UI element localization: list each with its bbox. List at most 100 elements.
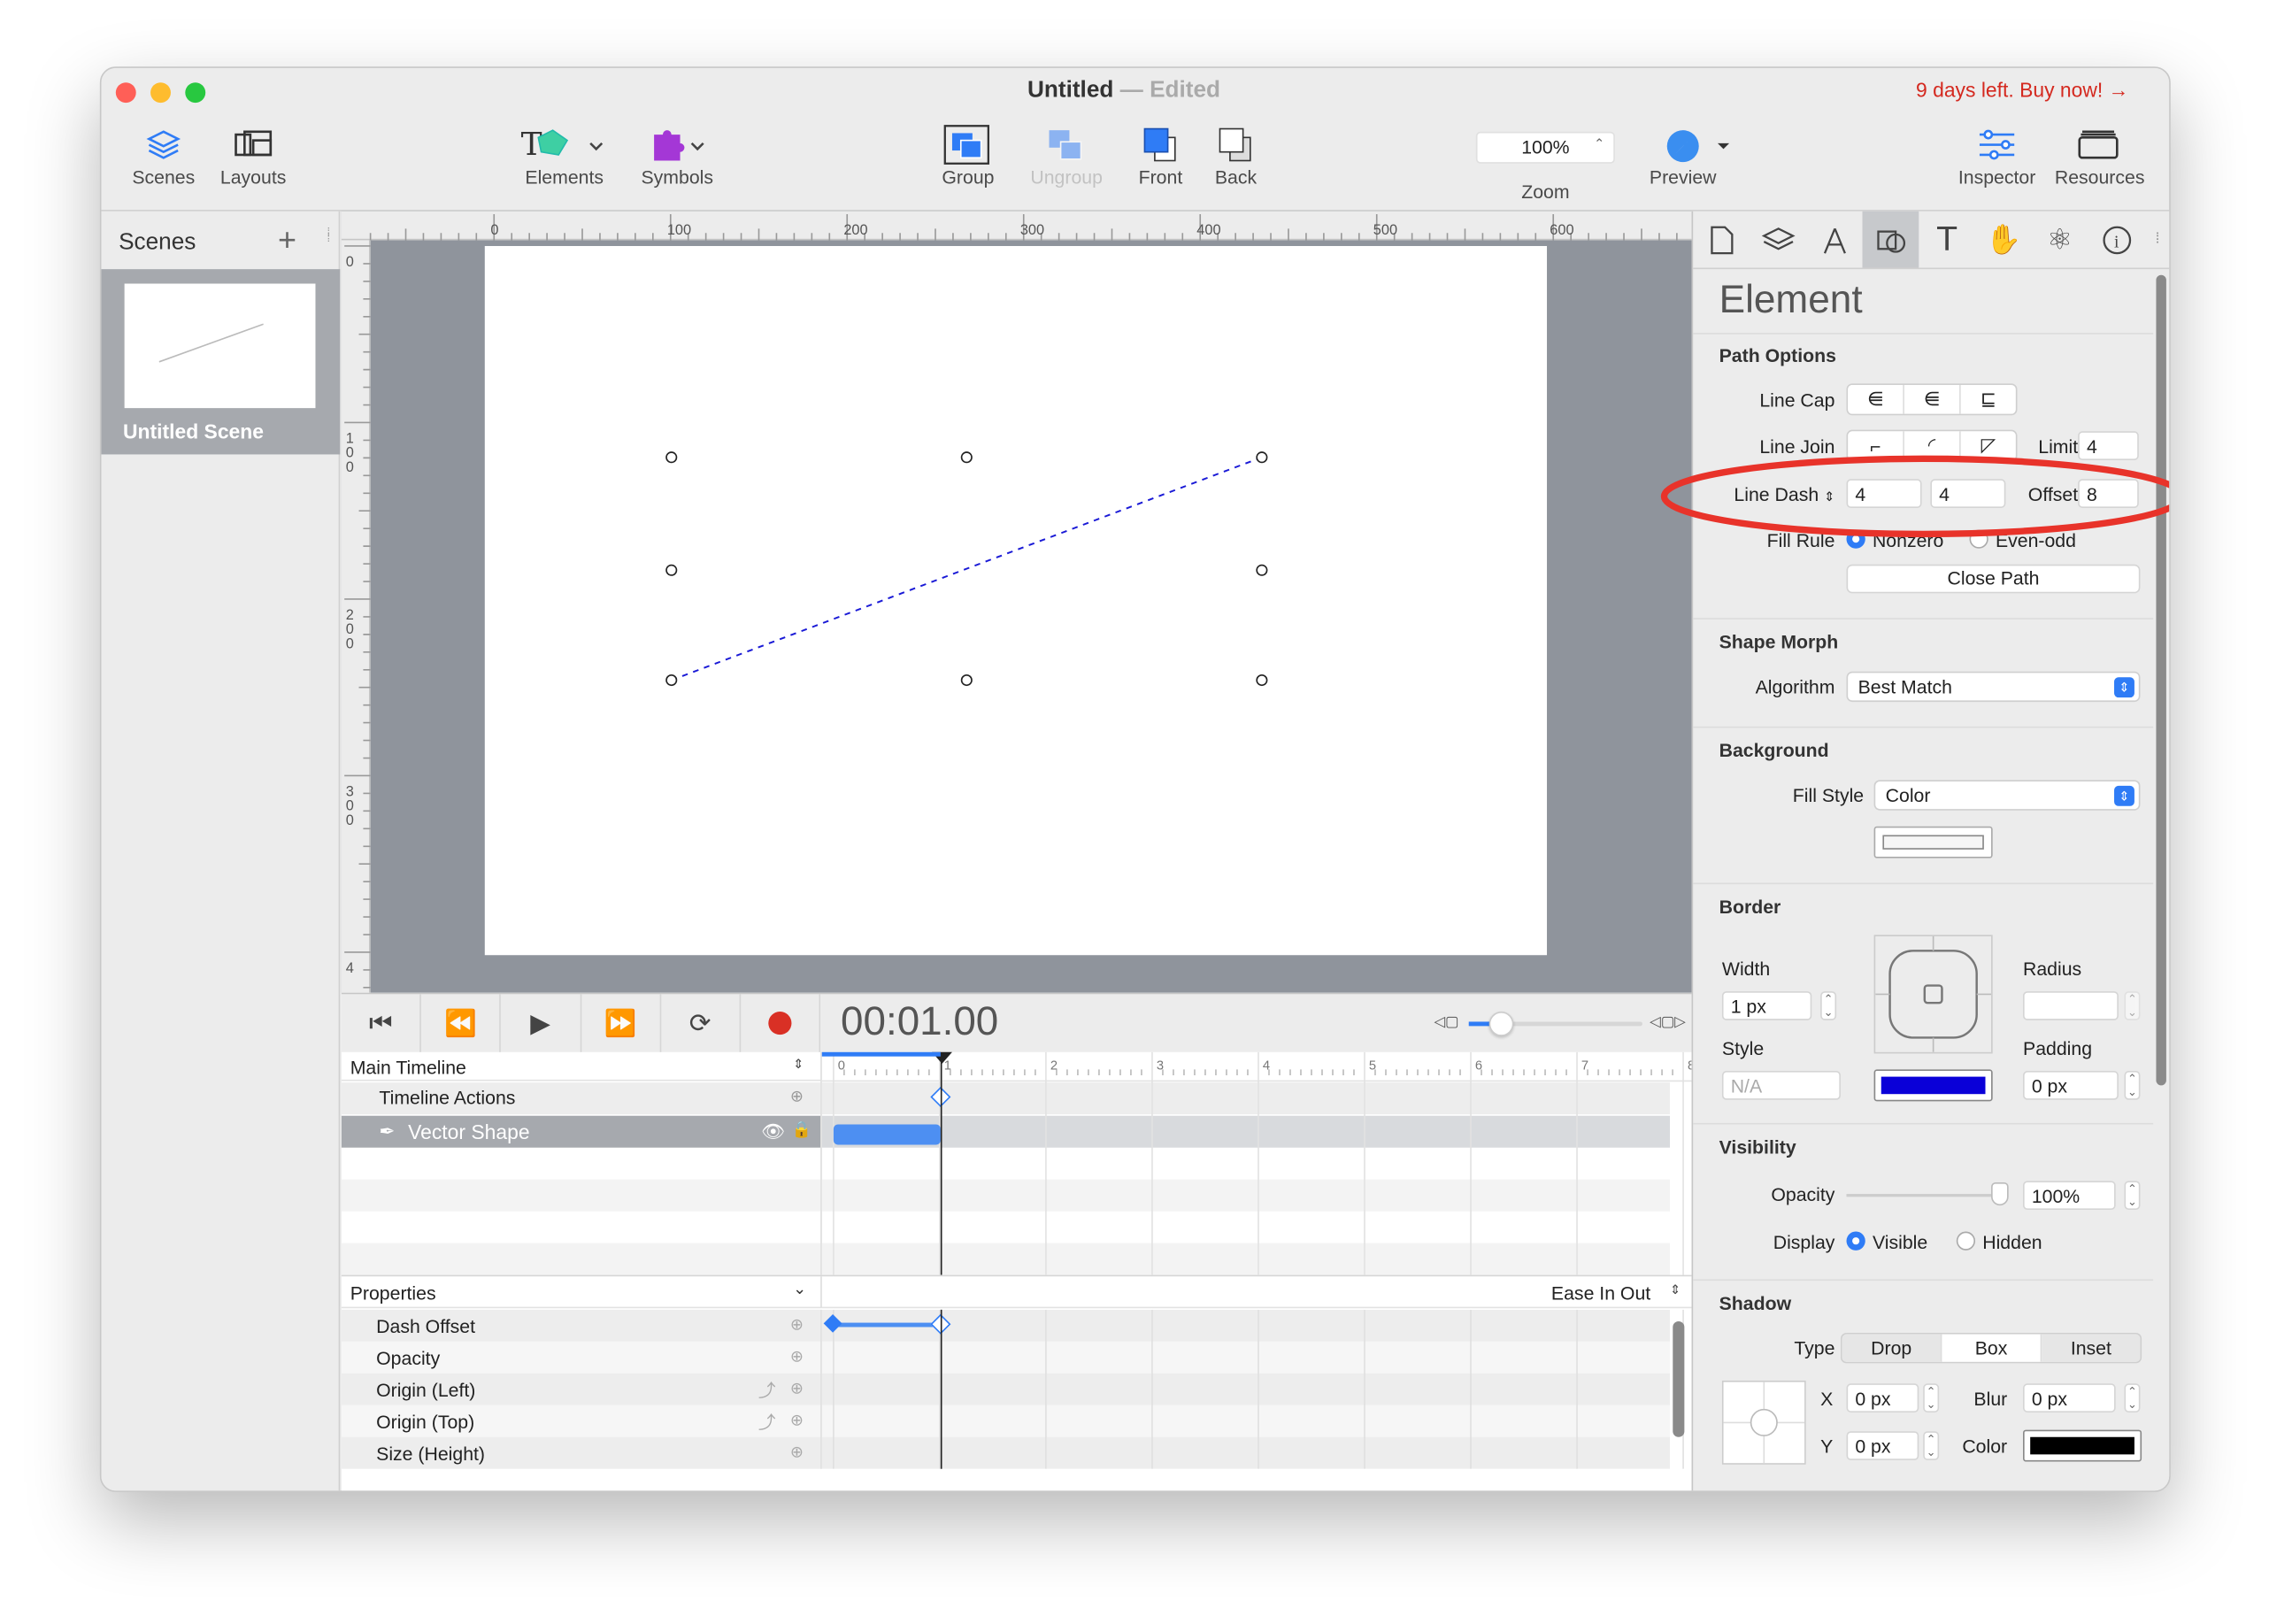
- physics-tab[interactable]: ⚛: [2032, 212, 2088, 268]
- stage[interactable]: [484, 245, 1548, 956]
- border-width-field[interactable]: 1 px: [1721, 991, 1812, 1020]
- easing-selector[interactable]: Ease In Out ⇕: [820, 1276, 1692, 1309]
- drag-handle-icon[interactable]: ⁞: [2144, 212, 2169, 268]
- zoom-window-button[interactable]: [185, 82, 206, 104]
- zoom-stepper-icon[interactable]: ⌃: [1594, 136, 1604, 152]
- zoom-in-timeline-icon[interactable]: ◁▢▷: [1650, 1014, 1686, 1030]
- shadow-blur-stepper[interactable]: ⌃ ⌄: [2124, 1383, 2141, 1412]
- property-row[interactable]: Dash Offset ⊕: [341, 1309, 821, 1342]
- text-tab[interactable]: T: [1919, 212, 1975, 268]
- timeline-zoom-knob[interactable]: [1488, 1012, 1514, 1036]
- symbols-toolbar-button[interactable]: Symbols: [619, 123, 735, 189]
- identity-tab[interactable]: i: [2088, 212, 2145, 268]
- dash-offset-tween[interactable]: [833, 1322, 941, 1328]
- algorithm-popup[interactable]: Best Match ⇕: [1846, 671, 2141, 703]
- loop-button[interactable]: ⟳: [661, 994, 741, 1052]
- zoom-field[interactable]: 100% ⌃: [1475, 131, 1615, 164]
- fill-color-well[interactable]: [1873, 826, 1993, 858]
- curve-path-icon[interactable]: ⤴: [758, 1378, 776, 1403]
- trial-link[interactable]: 9 days left. Buy now! →: [1916, 78, 2129, 101]
- play-button[interactable]: ▶: [501, 994, 581, 1052]
- selection-handle[interactable]: [1256, 451, 1268, 464]
- curve-path-icon[interactable]: ⤴: [758, 1410, 776, 1435]
- property-row[interactable]: Origin (Top) ⊕ ⤴: [341, 1405, 821, 1437]
- shadow-x-field[interactable]: 0 px: [1846, 1383, 1919, 1412]
- elements-toolbar-button[interactable]: T Elements: [506, 123, 622, 189]
- add-scene-button[interactable]: +: [278, 221, 296, 259]
- shadow-drop-option[interactable]: Drop: [1842, 1334, 1942, 1362]
- shadow-box-option[interactable]: Box: [1942, 1334, 2042, 1362]
- layouts-toolbar-button[interactable]: Layouts: [196, 123, 312, 189]
- property-row[interactable]: Opacity ⊕: [341, 1341, 821, 1374]
- fill-style-popup[interactable]: Color ⇕: [1873, 780, 2141, 811]
- zoom-out-timeline-icon[interactable]: ◁▢: [1434, 1014, 1458, 1030]
- visibility-eye-icon[interactable]: 👁: [761, 1120, 785, 1143]
- cap-butt-option[interactable]: ⋹: [1848, 384, 1904, 414]
- go-to-start-button[interactable]: ⏮: [342, 994, 422, 1052]
- cap-square-option[interactable]: ⊑: [1961, 385, 2016, 414]
- canvas-area[interactable]: 0 100 200 300 400 500 600 01002003004: [341, 211, 1692, 993]
- opacity-slider-knob[interactable]: [1991, 1181, 2009, 1206]
- shadow-offset-pad[interactable]: [1721, 1380, 1806, 1465]
- document-tab[interactable]: [1693, 212, 1750, 268]
- add-keyframe-icon[interactable]: ⊕: [790, 1087, 804, 1106]
- shadow-x-stepper[interactable]: ⌃ ⌄: [1923, 1383, 1940, 1412]
- vector-shape-row[interactable]: ✒ Vector Shape 👁 🔒: [341, 1115, 821, 1148]
- opacity-slider[interactable]: [1846, 1181, 2009, 1206]
- shadow-y-stepper[interactable]: ⌃ ⌄: [1923, 1431, 1940, 1460]
- selection-handle[interactable]: [1256, 564, 1268, 576]
- timeline-actions-row[interactable]: Timeline Actions ⊕: [341, 1082, 821, 1115]
- border-color-well[interactable]: [1873, 1069, 1993, 1102]
- metrics-tab[interactable]: [1806, 212, 1863, 268]
- visible-radio[interactable]: [1846, 1231, 1865, 1251]
- inspector-toolbar-button[interactable]: Inspector: [1939, 123, 2055, 189]
- step-back-button[interactable]: ⏪: [421, 994, 502, 1052]
- property-row[interactable]: Size (Height) ⊕: [341, 1436, 821, 1469]
- property-keyframes[interactable]: [820, 1309, 1691, 1469]
- vector-shape[interactable]: [485, 246, 1547, 955]
- timeline-grid[interactable]: 012345678: [820, 1051, 1780, 1275]
- add-keyframe-icon[interactable]: ⊕: [790, 1443, 804, 1462]
- selection-handle[interactable]: [665, 674, 678, 687]
- main-timeline-selector[interactable]: Main Timeline ⇕: [341, 1052, 821, 1081]
- vertical-scrollbar[interactable]: [1673, 1320, 1685, 1437]
- scene-item-selected[interactable]: Untitled Scene: [101, 269, 341, 455]
- selection-handle[interactable]: [665, 451, 678, 464]
- shadow-blur-field[interactable]: 0 px: [2023, 1383, 2116, 1412]
- shadow-inset-option[interactable]: Inset: [2042, 1334, 2141, 1362]
- hidden-radio[interactable]: [1956, 1231, 1976, 1251]
- timeline-zoom-slider[interactable]: [1468, 1012, 1642, 1036]
- minimize-window-button[interactable]: [150, 82, 171, 104]
- lock-icon[interactable]: 🔒: [791, 1120, 811, 1139]
- border-side-selector[interactable]: [1873, 935, 1993, 1054]
- property-row[interactable]: Origin (Left) ⊕ ⤴: [341, 1373, 821, 1405]
- resources-toolbar-button[interactable]: Resources: [2042, 123, 2157, 189]
- opacity-stepper[interactable]: ⌃ ⌄: [2124, 1181, 2141, 1211]
- playhead[interactable]: [940, 1060, 942, 1275]
- step-forward-button[interactable]: ⏩: [581, 994, 661, 1052]
- add-keyframe-icon[interactable]: ⊕: [790, 1379, 804, 1398]
- back-toolbar-button[interactable]: Back: [1178, 123, 1294, 189]
- layers-tab[interactable]: [1750, 212, 1806, 268]
- add-keyframe-icon[interactable]: ⊕: [790, 1411, 804, 1430]
- properties-header[interactable]: Properties ⌄: [341, 1276, 821, 1309]
- selection-handle[interactable]: [1256, 674, 1268, 687]
- line-cap-segmented[interactable]: ⋹ ⋹ ⊑: [1846, 383, 2018, 416]
- radius-field[interactable]: [2023, 991, 2119, 1020]
- close-window-button[interactable]: [115, 82, 136, 104]
- close-path-button[interactable]: Close Path: [1846, 564, 2141, 594]
- radius-stepper[interactable]: ⌃ ⌄: [2124, 991, 2141, 1020]
- preview-toolbar-button[interactable]: Preview: [1625, 123, 1741, 189]
- record-button[interactable]: [741, 994, 821, 1052]
- keyframe-span[interactable]: [833, 1124, 941, 1145]
- actions-tab[interactable]: ✋: [1975, 212, 2032, 268]
- drag-handle-icon[interactable]: ⁞ ⁞: [327, 227, 334, 244]
- shadow-y-field[interactable]: 0 px: [1846, 1431, 1919, 1460]
- selection-handle[interactable]: [665, 564, 678, 576]
- element-tab[interactable]: [1862, 211, 1919, 268]
- shadow-type-segmented[interactable]: Drop Box Inset: [1840, 1333, 2142, 1364]
- inspector-scrollbar[interactable]: [2156, 274, 2166, 1086]
- add-keyframe-icon[interactable]: ⊕: [790, 1347, 804, 1366]
- padding-stepper[interactable]: ⌃ ⌄: [2124, 1071, 2141, 1100]
- border-style-popup[interactable]: N/A: [1721, 1071, 1841, 1100]
